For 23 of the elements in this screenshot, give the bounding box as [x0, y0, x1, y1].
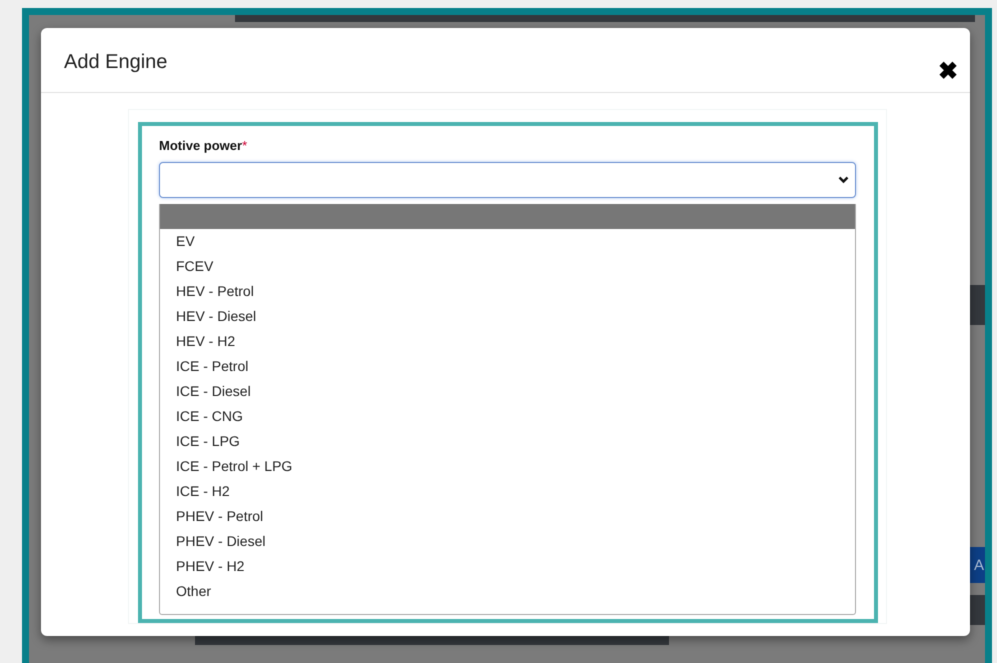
dropdown-option[interactable]: ICE - Petrol [160, 354, 855, 378]
dropdown-option[interactable]: HEV - H2 [160, 328, 855, 354]
dropdown-option[interactable]: HEV - Petrol [160, 278, 855, 304]
dialog-title: Add Engine [64, 50, 168, 74]
dropdown-option[interactable]: HEV - Diesel [160, 304, 855, 328]
background-button[interactable]: A [970, 547, 985, 583]
dropdown-option[interactable]: EV [160, 228, 855, 254]
dropdown-option[interactable]: FCEV [160, 254, 855, 278]
dropdown-option[interactable]: PHEV - Diesel [160, 528, 855, 554]
dropdown-option[interactable]: PHEV - H2 [160, 554, 855, 578]
background-bar [970, 285, 985, 325]
close-button[interactable]: ✖ [938, 60, 958, 84]
dropdown-option[interactable]: ICE - LPG [160, 428, 855, 454]
background-bar [970, 595, 985, 625]
field-label: Motive power* [159, 137, 248, 155]
dropdown-option[interactable]: ICE - H2 [160, 478, 855, 504]
caret-icon [838, 176, 849, 184]
dropdown-option[interactable]: ICE - CNG [160, 404, 855, 428]
dropdown-option[interactable]: PHEV - Petrol [160, 504, 855, 528]
dropdown-option[interactable]: ICE - Diesel [160, 378, 855, 404]
dropdown-option[interactable]: ICE - Petrol + LPG [160, 454, 855, 478]
dropdown-option[interactable]: Other [160, 578, 855, 604]
select-field[interactable] [159, 162, 856, 198]
